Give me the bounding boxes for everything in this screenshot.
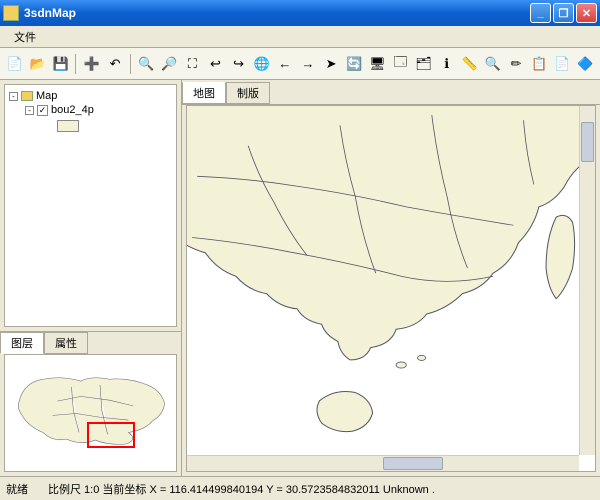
overview-svg bbox=[5, 355, 176, 471]
layers-button[interactable]: 🗂 bbox=[413, 53, 434, 75]
layer-symbol-swatch[interactable] bbox=[57, 120, 79, 132]
tab-map[interactable]: 地图 bbox=[182, 82, 226, 104]
main-area: - Map - ✓ bou2_4p 图层 属性 地图 制版 bbox=[0, 80, 600, 476]
app-icon bbox=[3, 5, 19, 21]
tab-layers[interactable]: 图层 bbox=[0, 332, 44, 354]
pan-left-button[interactable]: ← bbox=[274, 53, 295, 75]
minimize-button[interactable]: _ bbox=[530, 3, 551, 23]
layer-checkbox[interactable]: ✓ bbox=[37, 105, 48, 116]
tab-attributes[interactable]: 属性 bbox=[44, 332, 88, 354]
refresh-button[interactable]: 🔄 bbox=[344, 53, 365, 75]
map-canvas[interactable] bbox=[186, 105, 596, 472]
status-ready: 就绪 bbox=[6, 481, 48, 497]
left-panel: - Map - ✓ bou2_4p 图层 属性 bbox=[0, 80, 182, 476]
next-extent-button[interactable]: ↪ bbox=[228, 53, 249, 75]
statusbar: 就绪 比例尺 1:0 当前坐标 X = 116.414499840194 Y =… bbox=[0, 476, 600, 500]
vertical-scrollbar[interactable] bbox=[579, 106, 595, 455]
toolbar: 📄 📂 💾 ➕ ↶ 🔍 🔎 ⛶ ↩ ↪ 🌐 ← → ➤ 🔄 🖥 🗔 🗂 ℹ 📏 … bbox=[0, 48, 600, 80]
draw-button[interactable]: ✏ bbox=[506, 53, 527, 75]
menubar: 文件 bbox=[0, 26, 600, 48]
close-button[interactable]: ✕ bbox=[576, 3, 597, 23]
zoom-out-button[interactable]: 🔎 bbox=[159, 53, 180, 75]
globe-button[interactable]: 🌐 bbox=[251, 53, 272, 75]
status-coords: 比例尺 1:0 当前坐标 X = 116.414499840194 Y = 30… bbox=[48, 481, 594, 497]
info-button[interactable]: ℹ bbox=[436, 53, 457, 75]
scrollbar-thumb[interactable] bbox=[383, 457, 443, 470]
tree-layer[interactable]: - ✓ bou2_4p bbox=[9, 103, 172, 117]
maximize-button[interactable]: ❐ bbox=[553, 3, 574, 23]
map-svg bbox=[187, 106, 595, 471]
window-title: 3sdnMap bbox=[24, 6, 530, 20]
right-tabs: 地图 制版 bbox=[182, 82, 600, 105]
zoom-in-button[interactable]: 🔍 bbox=[136, 53, 157, 75]
left-tabs: 图层 属性 bbox=[0, 331, 181, 354]
folder-icon bbox=[21, 91, 33, 101]
full-extent-button[interactable]: ⛶ bbox=[182, 53, 203, 75]
menu-file[interactable]: 文件 bbox=[6, 27, 44, 47]
open-button[interactable]: 📂 bbox=[27, 53, 48, 75]
expand-icon[interactable]: - bbox=[25, 106, 34, 115]
layer-tree[interactable]: - Map - ✓ bou2_4p bbox=[4, 84, 177, 327]
horizontal-scrollbar[interactable] bbox=[187, 455, 579, 471]
object-button[interactable]: 🔷 bbox=[575, 53, 596, 75]
pointer-button[interactable]: ➤ bbox=[321, 53, 342, 75]
prev-extent-button[interactable]: ↩ bbox=[205, 53, 226, 75]
new-button[interactable]: 📄 bbox=[4, 53, 25, 75]
window-button[interactable]: 🗔 bbox=[390, 53, 411, 75]
save-button[interactable]: 💾 bbox=[50, 53, 71, 75]
scrollbar-thumb[interactable] bbox=[581, 122, 594, 162]
add-layer-button[interactable]: ➕ bbox=[81, 53, 102, 75]
window-titlebar: 3sdnMap _ ❐ ✕ bbox=[0, 0, 600, 26]
window-buttons: _ ❐ ✕ bbox=[530, 3, 597, 23]
overview-map[interactable] bbox=[4, 354, 177, 472]
undo-button[interactable]: ↶ bbox=[104, 53, 125, 75]
tree-root[interactable]: - Map bbox=[9, 89, 172, 103]
tree-root-label: Map bbox=[36, 90, 57, 102]
tab-layout[interactable]: 制版 bbox=[226, 82, 270, 104]
screen-button[interactable]: 🖥 bbox=[367, 53, 388, 75]
measure-button[interactable]: 📏 bbox=[459, 53, 480, 75]
find-button[interactable]: 🔍 bbox=[482, 53, 503, 75]
pan-right-button[interactable]: → bbox=[297, 53, 318, 75]
paste-button[interactable]: 📄 bbox=[552, 53, 573, 75]
tree-layer-label: bou2_4p bbox=[51, 104, 94, 116]
expand-icon[interactable]: - bbox=[9, 92, 18, 101]
copy-button[interactable]: 📋 bbox=[529, 53, 550, 75]
right-panel: 地图 制版 bbox=[182, 80, 600, 476]
